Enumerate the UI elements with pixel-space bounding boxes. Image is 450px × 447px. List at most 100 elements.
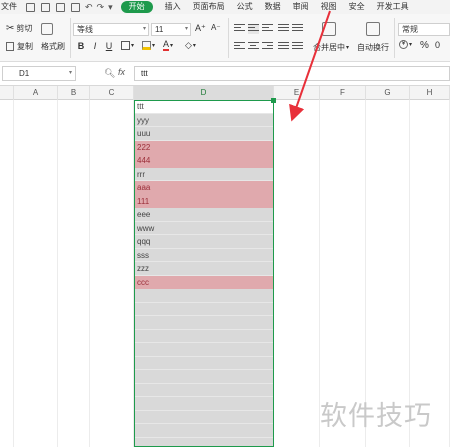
cell-d4[interactable]: 222 xyxy=(134,140,274,154)
menu-formulas[interactable]: 公式 xyxy=(231,0,259,14)
redo-icon[interactable]: ↷ xyxy=(97,2,105,13)
print-preview-icon[interactable] xyxy=(71,2,80,12)
underline-button[interactable]: U xyxy=(104,40,114,52)
align-right-icon[interactable] xyxy=(262,42,273,52)
cell-d16[interactable] xyxy=(134,303,274,316)
grid-column-e[interactable] xyxy=(274,100,320,447)
currency-icon[interactable]: ¥ ▾ xyxy=(399,40,412,49)
chevron-down-icon: ▾ xyxy=(142,26,146,32)
wrap-text-label: 自动换行 xyxy=(357,43,389,52)
fill-color-icon[interactable]: ▾ xyxy=(142,41,155,50)
cell-d17[interactable] xyxy=(134,316,274,330)
fill-handle[interactable] xyxy=(271,98,276,103)
column-header-f[interactable]: F xyxy=(320,86,366,100)
distributed-icon[interactable] xyxy=(292,42,303,52)
cell-d20[interactable] xyxy=(134,357,274,370)
grid-column-c[interactable] xyxy=(90,100,134,447)
indent-increase-icon[interactable] xyxy=(292,24,303,34)
cell-d15[interactable] xyxy=(134,289,274,303)
print-icon[interactable] xyxy=(56,2,65,12)
thousands-separator-button[interactable]: 0 xyxy=(435,40,440,50)
menu-file[interactable]: 文件 xyxy=(0,0,23,14)
format-painter-button[interactable]: 格式刷 xyxy=(41,41,65,52)
menu-review[interactable]: 审阅 xyxy=(287,0,315,14)
copy-button[interactable]: 复制 xyxy=(6,41,33,52)
quick-access-dropdown-icon[interactable]: ▾ xyxy=(108,2,113,13)
selected-column-d[interactable]: ttt yyy uuu 222 444 rrr aaa 111 eee www qqq sss zzz c… xyxy=(134,100,274,447)
align-left-icon[interactable] xyxy=(234,42,245,52)
cut-button[interactable]: ✂ 剪切 xyxy=(6,23,32,34)
cell-d6[interactable]: rrr xyxy=(134,168,274,181)
select-all-corner[interactable] xyxy=(0,86,14,100)
undo-icon[interactable]: ↶ xyxy=(85,2,93,13)
column-header-a[interactable]: A xyxy=(14,86,58,100)
format-painter-icon[interactable] xyxy=(41,23,53,35)
cell-d3[interactable]: uuu xyxy=(134,127,274,141)
copy-label: 复制 xyxy=(17,42,33,51)
cell-d14[interactable]: ccc xyxy=(134,275,274,289)
cell-d7[interactable]: aaa xyxy=(134,181,274,195)
decrease-font-icon[interactable]: A⁻ xyxy=(211,23,221,32)
italic-button[interactable]: I xyxy=(90,40,100,52)
cell-d1[interactable]: ttt xyxy=(134,100,274,114)
cell-d12[interactable]: sss xyxy=(134,249,274,262)
font-name-select[interactable]: 等线 ▾ xyxy=(73,23,149,36)
grid-column-b[interactable] xyxy=(58,100,90,447)
column-header-g[interactable]: G xyxy=(366,86,410,100)
name-box[interactable]: D1 ▾ xyxy=(2,66,76,81)
align-middle-icon[interactable] xyxy=(248,24,259,34)
insert-function-button[interactable]: fx xyxy=(118,67,125,77)
number-format-select[interactable]: 常规 xyxy=(398,23,450,36)
menu-security[interactable]: 安全 xyxy=(343,0,371,14)
column-header-h[interactable]: H xyxy=(410,86,450,100)
font-color-button[interactable]: A ▾ xyxy=(163,40,173,51)
border-icon[interactable]: ▾ xyxy=(121,41,134,50)
percent-button[interactable]: % xyxy=(420,40,429,51)
justify-icon[interactable] xyxy=(278,42,289,52)
zoom-search-icon[interactable]: 🔍︎ xyxy=(104,68,115,79)
cell-d23[interactable] xyxy=(134,397,274,411)
bold-button[interactable]: B xyxy=(76,40,86,52)
row-header-strip xyxy=(0,100,14,447)
menu-view[interactable]: 视图 xyxy=(315,0,343,14)
menu-home-tab[interactable]: 开始 xyxy=(120,1,153,13)
cell-d19[interactable] xyxy=(134,343,274,357)
cell-d21[interactable] xyxy=(134,370,274,384)
cell-d2[interactable]: yyy xyxy=(134,114,274,127)
align-bottom-icon[interactable] xyxy=(262,24,273,34)
increase-font-icon[interactable]: A⁺ xyxy=(195,23,206,34)
save-icon[interactable] xyxy=(26,2,35,12)
column-header-c[interactable]: C xyxy=(90,86,134,100)
font-size-select[interactable]: 11 ▾ xyxy=(151,23,191,36)
menu-page-layout[interactable]: 页面布局 xyxy=(187,0,231,14)
column-header-b[interactable]: B xyxy=(58,86,90,100)
cell-d8[interactable]: 111 xyxy=(134,194,274,208)
column-header-e[interactable]: E xyxy=(274,86,320,100)
export-icon[interactable] xyxy=(41,2,50,12)
clear-format-icon[interactable]: ◇ ▾ xyxy=(185,40,196,51)
cell-d10[interactable]: www xyxy=(134,222,274,235)
align-center-icon[interactable] xyxy=(248,42,259,52)
copy-icon xyxy=(6,42,14,51)
grid-column-a[interactable] xyxy=(14,100,58,447)
cell-d24[interactable] xyxy=(134,411,274,424)
merge-center-button[interactable]: 合并居中 ▾ xyxy=(313,42,349,53)
indent-decrease-icon[interactable] xyxy=(278,24,289,34)
cell-d13[interactable]: zzz xyxy=(134,262,274,276)
merge-center-icon[interactable] xyxy=(322,22,336,36)
formula-input[interactable]: ttt xyxy=(134,66,450,81)
menu-insert[interactable]: 插入 xyxy=(159,0,187,14)
cell-d5[interactable]: 444 xyxy=(134,154,274,168)
menu-developer[interactable]: 开发工具 xyxy=(371,0,415,14)
cell-d22[interactable] xyxy=(134,384,274,397)
wrap-text-button[interactable]: 自动换行 xyxy=(357,42,389,53)
align-top-icon[interactable] xyxy=(234,24,245,34)
cell-d11[interactable]: qqq xyxy=(134,235,274,249)
wrap-text-icon[interactable] xyxy=(366,22,380,36)
cell-d25[interactable] xyxy=(134,424,274,438)
cell-d9[interactable]: eee xyxy=(134,208,274,222)
cell-d18[interactable] xyxy=(134,330,274,343)
column-header-d[interactable]: D xyxy=(134,86,274,100)
cut-label: 剪切 xyxy=(16,24,33,33)
menu-data[interactable]: 数据 xyxy=(259,0,287,14)
